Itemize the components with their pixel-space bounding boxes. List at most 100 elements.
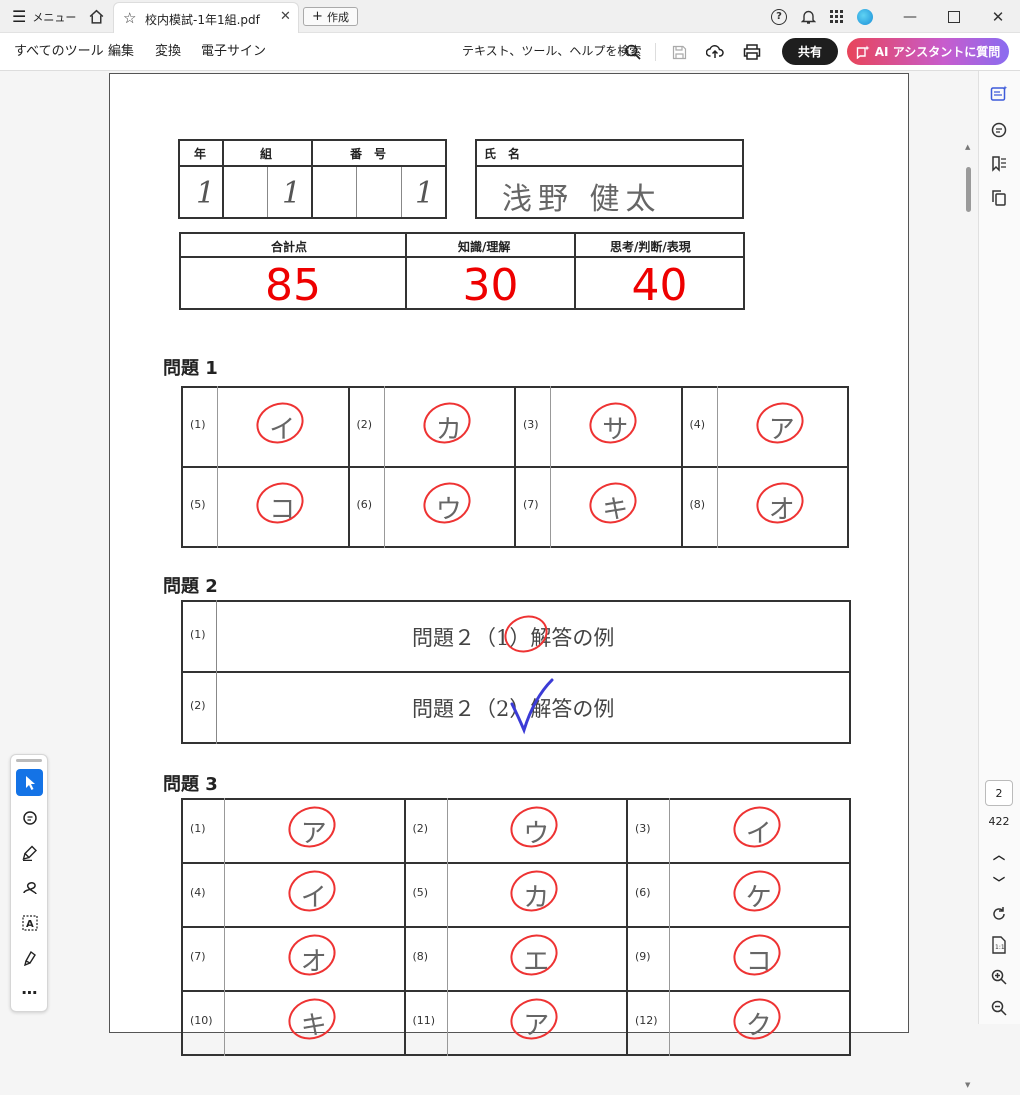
star-icon[interactable]: ☆	[123, 9, 136, 27]
fit-page-button[interactable]: 1:1	[988, 934, 1010, 956]
close-tab-icon[interactable]: ✕	[280, 9, 291, 24]
menu-button[interactable]: ☰ メニュー	[12, 0, 76, 33]
search-label[interactable]: テキスト、ツール、ヘルプを検索	[462, 33, 641, 70]
year-label: 年	[194, 147, 207, 161]
q2-2-label: (2)	[190, 699, 206, 712]
q3-item-label: (10)	[190, 1014, 213, 1027]
q1-title: 問題 1	[163, 358, 218, 379]
bell-icon	[800, 10, 816, 24]
menu-e-sign[interactable]: 電子サイン	[201, 33, 266, 70]
q3-item-label: (12)	[635, 1014, 658, 1027]
create-button[interactable]: + 作成	[303, 7, 358, 26]
q1-item-label: (3)	[523, 418, 539, 431]
knowledge-label: 知識/理解	[458, 240, 511, 254]
print-button[interactable]	[741, 41, 763, 63]
rotate-icon	[993, 907, 1005, 920]
table-rule	[181, 926, 851, 928]
total-score: 85	[265, 260, 321, 311]
scroll-down-icon[interactable]: ▼	[965, 1081, 970, 1089]
table-rule	[475, 165, 744, 167]
knowledge-score: 30	[462, 260, 519, 311]
menu-edit[interactable]: 編集	[108, 33, 134, 70]
home-button[interactable]	[88, 0, 105, 33]
save-button[interactable]	[668, 41, 690, 63]
comment-tool[interactable]	[16, 804, 43, 831]
maximize-button[interactable]	[932, 0, 976, 33]
menu-all-tools[interactable]: すべてのツール	[14, 33, 104, 70]
create-label: 作成	[326, 10, 349, 24]
table-rule	[403, 798, 406, 1056]
menu-convert[interactable]: 変換	[155, 33, 181, 70]
tab-title: 校内模試-1年1組.pdf	[145, 13, 260, 27]
bookmarks-button[interactable]	[988, 153, 1010, 175]
vertical-scrollbar[interactable]: ▲ ▼	[965, 143, 973, 1095]
sign-tool[interactable]	[16, 944, 43, 971]
ai-sparkle-icon	[856, 45, 870, 59]
text-box-tool[interactable]: A	[16, 909, 43, 936]
bookmark-icon	[992, 156, 1006, 172]
rotate-button[interactable]	[988, 903, 1010, 925]
table-rule	[181, 862, 851, 864]
q3-title: 問題 3	[163, 774, 218, 795]
close-icon: ✕	[991, 7, 1005, 26]
q3-item-label: (11)	[412, 1014, 436, 1027]
close-window-button[interactable]: ✕	[976, 0, 1020, 33]
select-tool[interactable]	[16, 769, 43, 796]
document-viewport[interactable]: 年 組 番 号 1 1 1 氏 名 浅野 健太 合計点 知識/理解 思考/判断/…	[0, 71, 978, 1089]
draw-tool[interactable]	[16, 874, 43, 901]
table-rule	[179, 256, 745, 258]
avatar	[857, 8, 873, 25]
page-number-input[interactable]: 2	[985, 780, 1013, 806]
pages-button[interactable]	[988, 187, 1010, 209]
zoom-out-icon	[991, 1000, 1007, 1016]
q3-item-label: (5)	[412, 886, 429, 899]
number-value: 1	[415, 176, 435, 211]
table-rule	[356, 167, 357, 217]
table-rule	[347, 386, 350, 548]
chevron-down-icon: ﹀	[992, 875, 1005, 890]
zoom-in-button[interactable]	[988, 966, 1010, 988]
previous-page-button[interactable]: ︿	[988, 843, 1010, 865]
chevron-up-icon: ︿	[992, 847, 1005, 862]
zoom-out-button[interactable]	[988, 997, 1010, 1019]
minimize-icon: —	[903, 8, 917, 25]
drag-handle[interactable]	[16, 759, 42, 762]
cursor-arrow-icon	[25, 775, 35, 790]
comment-icon	[991, 122, 1007, 138]
comment-add-icon	[22, 810, 37, 825]
share-button[interactable]: 共有	[782, 38, 838, 65]
table-rule	[181, 671, 851, 673]
q1-item-label: (1)	[190, 418, 206, 431]
plus-icon: +	[312, 9, 323, 24]
q3-item-label: (6)	[635, 886, 651, 899]
pen-sign-icon	[23, 950, 36, 966]
apps-grid-icon	[830, 9, 843, 23]
highlight-tool[interactable]	[16, 839, 43, 866]
upload-button[interactable]	[704, 41, 726, 63]
search-icon	[625, 44, 641, 60]
home-icon	[89, 9, 104, 24]
profile-button[interactable]	[843, 0, 887, 33]
scrollbar-thumb[interactable]	[966, 167, 971, 212]
main-toolbar: すべてのツール 編集 変換 電子サイン テキスト、ツール、ヘルプを検索 共有 A…	[0, 33, 1020, 71]
q1-item-label: (2)	[356, 418, 373, 431]
q1-item-label: (6)	[356, 498, 373, 511]
year-value: 1	[196, 176, 216, 211]
thinking-score: 40	[631, 260, 688, 311]
minimize-button[interactable]: —	[888, 0, 932, 33]
search-button[interactable]	[622, 41, 644, 63]
comments-button[interactable]	[988, 119, 1010, 141]
ai-assistant-button[interactable]: AI アシスタントに質問	[847, 38, 1009, 65]
ai-document-icon	[990, 85, 1008, 101]
scroll-up-icon[interactable]: ▲	[965, 143, 970, 151]
ai-summary-button[interactable]	[988, 83, 1010, 105]
document-tab[interactable]: ☆ 校内模試-1年1組.pdf ✕	[113, 2, 299, 33]
next-page-button[interactable]: ﹀	[988, 871, 1010, 893]
q2-1-label: (1)	[190, 628, 206, 641]
table-rule	[222, 139, 224, 219]
help-icon: ?	[771, 8, 787, 25]
total-label: 合計点	[271, 240, 308, 254]
q3-item-label: (2)	[412, 822, 429, 835]
more-tools-button[interactable]: ⋯	[16, 979, 43, 1006]
more-icon: ⋯	[21, 983, 38, 1002]
